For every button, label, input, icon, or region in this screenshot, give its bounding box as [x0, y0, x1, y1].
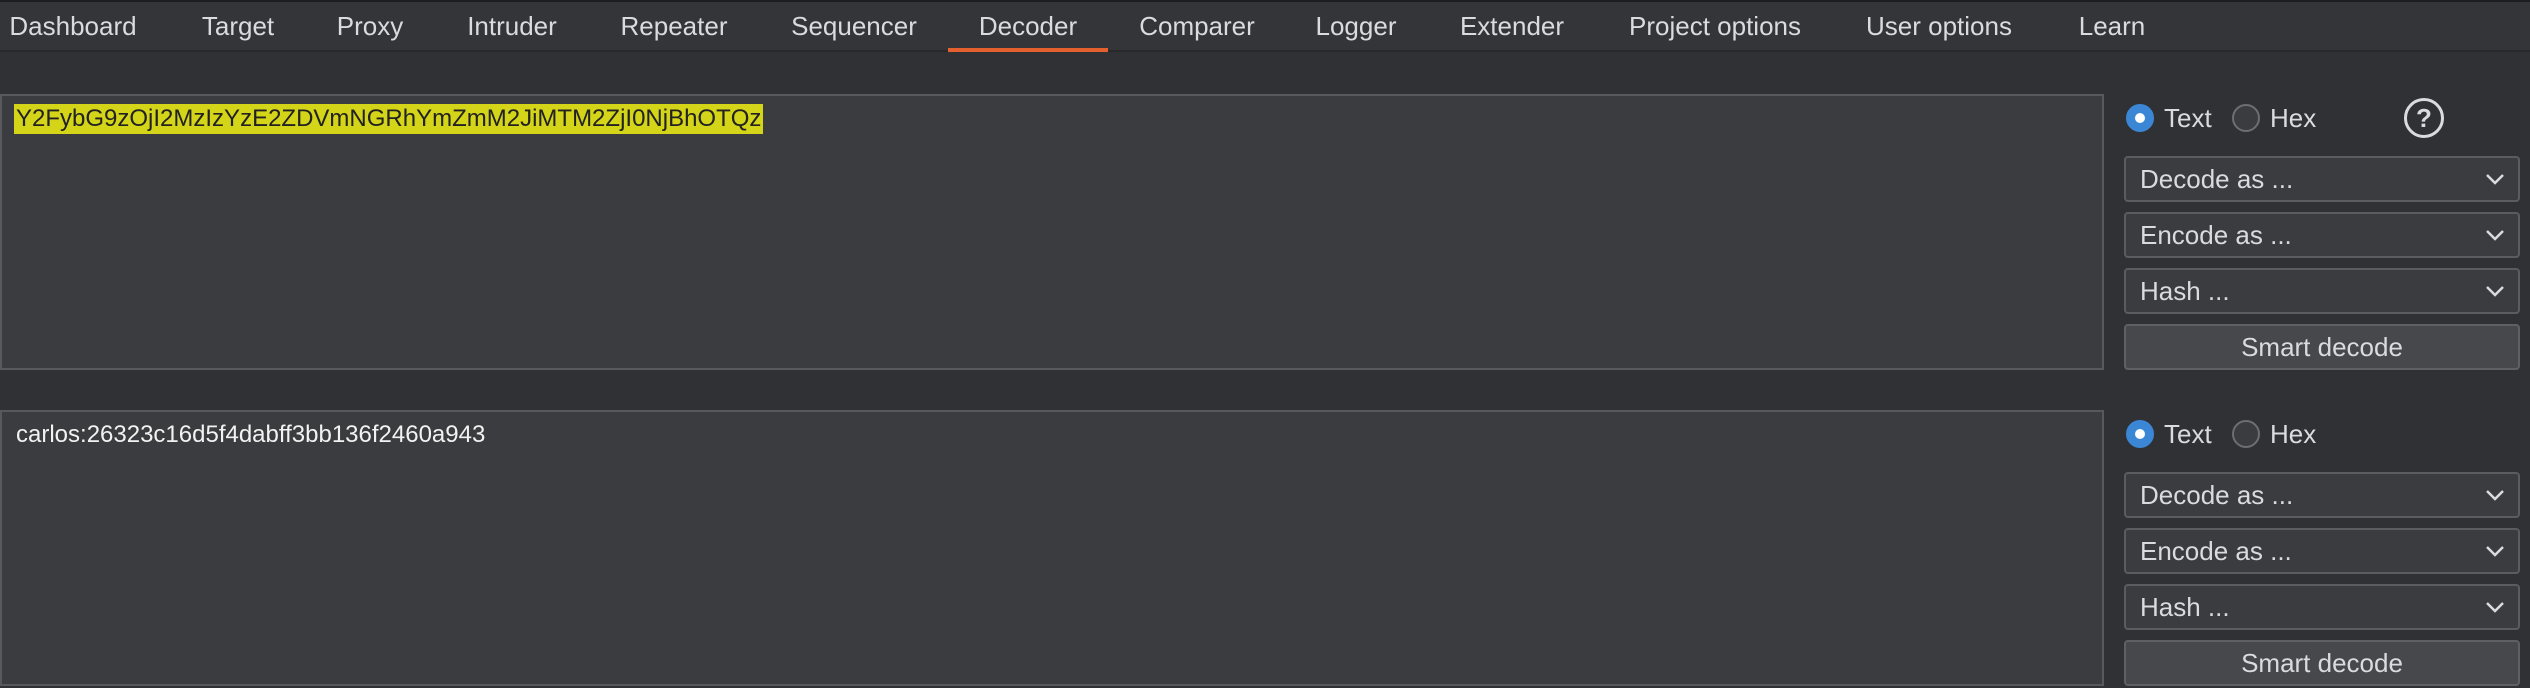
encode-as-label: Encode as ...: [2140, 536, 2292, 566]
radio-hex-2[interactable]: Hex: [2232, 416, 2342, 452]
hash-dropdown-2[interactable]: Hash ...: [2124, 584, 2520, 630]
main-tab-bar: Dashboard Target Proxy Intruder Repeater…: [0, 2, 2530, 52]
chevron-down-icon: [2486, 174, 2504, 185]
burp-suite-window: Dashboard Target Proxy Intruder Repeater…: [0, 0, 2530, 688]
decode-as-dropdown-1[interactable]: Decode as ...: [2124, 156, 2520, 202]
radio-text-label: Text: [2164, 419, 2212, 449]
tab-learn[interactable]: Learn: [2074, 2, 2150, 50]
tab-intruder[interactable]: Intruder: [452, 2, 572, 50]
decoder-output-text: carlos:26323c16d5f4dabff3bb136f2460a943: [16, 421, 486, 448]
radio-checked-icon: [2126, 420, 2154, 448]
smart-decode-button-2[interactable]: Smart decode: [2124, 640, 2520, 686]
radio-text-2[interactable]: Text: [2126, 416, 2236, 452]
tab-proxy[interactable]: Proxy: [320, 2, 420, 50]
tab-user-options[interactable]: User options: [1862, 2, 2016, 50]
decoder-input-text: Y2FybG9zOjI2MzIzYzE2ZDVmNGRhYmZmM2JiMTM2…: [14, 104, 764, 134]
radio-text-label: Text: [2164, 103, 2212, 133]
tab-extender[interactable]: Extender: [1452, 2, 1572, 50]
radio-checked-icon: [2126, 104, 2154, 132]
smart-decode-button-1[interactable]: Smart decode: [2124, 324, 2520, 370]
tab-decoder[interactable]: Decoder: [948, 2, 1108, 52]
decode-as-dropdown-2[interactable]: Decode as ...: [2124, 472, 2520, 518]
decode-as-label: Decode as ...: [2140, 480, 2294, 510]
chevron-down-icon: [2486, 230, 2504, 241]
chevron-down-icon: [2486, 602, 2504, 613]
tab-target[interactable]: Target: [186, 2, 290, 50]
radio-hex-label: Hex: [2270, 103, 2317, 133]
chevron-down-icon: [2486, 286, 2504, 297]
hash-label: Hash ...: [2140, 592, 2230, 622]
decode-as-label: Decode as ...: [2140, 164, 2294, 194]
tab-repeater[interactable]: Repeater: [604, 2, 744, 50]
tab-dashboard[interactable]: Dashboard: [0, 2, 146, 50]
help-icon[interactable]: ?: [2404, 98, 2444, 138]
tab-comparer[interactable]: Comparer: [1126, 2, 1268, 50]
tab-sequencer[interactable]: Sequencer: [776, 2, 932, 50]
tab-project-options[interactable]: Project options: [1620, 2, 1810, 50]
radio-unchecked-icon: [2232, 420, 2260, 448]
tab-logger[interactable]: Logger: [1304, 2, 1408, 50]
radio-hex-1[interactable]: Hex: [2232, 100, 2342, 136]
decoder-output-textarea[interactable]: carlos:26323c16d5f4dabff3bb136f2460a943: [0, 410, 2104, 686]
encode-as-label: Encode as ...: [2140, 220, 2292, 250]
encode-as-dropdown-1[interactable]: Encode as ...: [2124, 212, 2520, 258]
radio-unchecked-icon: [2232, 104, 2260, 132]
chevron-down-icon: [2486, 546, 2504, 557]
decoder-input-textarea[interactable]: Y2FybG9zOjI2MzIzYzE2ZDVmNGRhYmZmM2JiMTM2…: [0, 94, 2104, 370]
chevron-down-icon: [2486, 490, 2504, 501]
hash-label: Hash ...: [2140, 276, 2230, 306]
hash-dropdown-1[interactable]: Hash ...: [2124, 268, 2520, 314]
encode-as-dropdown-2[interactable]: Encode as ...: [2124, 528, 2520, 574]
radio-text-1[interactable]: Text: [2126, 100, 2236, 136]
radio-hex-label: Hex: [2270, 419, 2317, 449]
